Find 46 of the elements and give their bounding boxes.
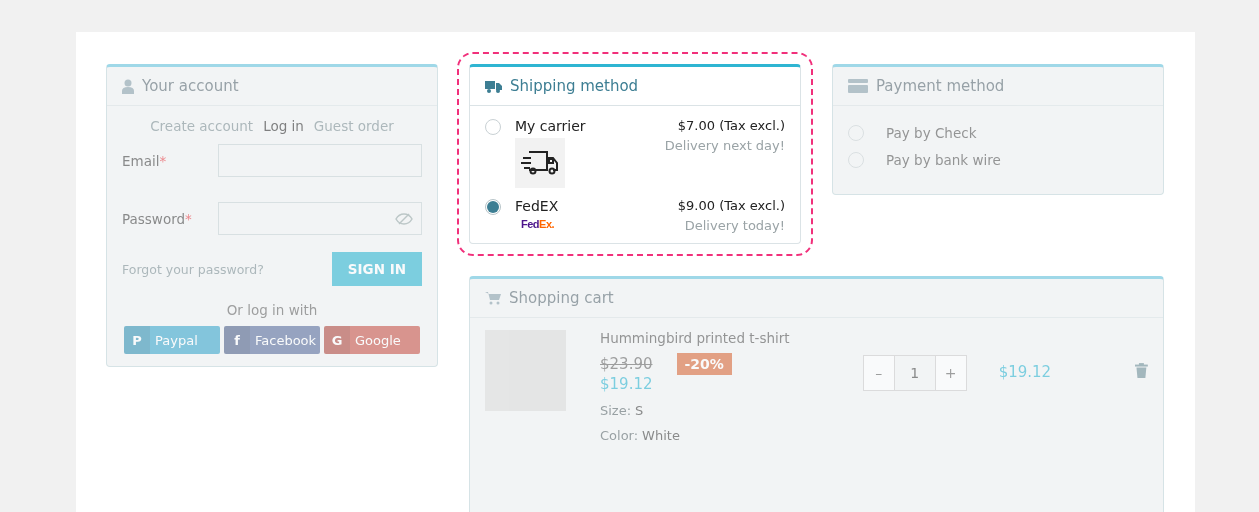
- carrier-logo: FedEx.: [520, 218, 556, 230]
- cart-icon: [485, 291, 501, 305]
- product-name[interactable]: Hummingbird printed t-shirt: [600, 330, 857, 346]
- social-heading: Or log in with: [225, 302, 319, 318]
- delivery-truck-icon: [515, 138, 565, 188]
- panel-title: Your account: [142, 77, 239, 95]
- sign-in-button[interactable]: SIGN IN: [331, 252, 422, 286]
- radio-button[interactable]: [485, 199, 501, 215]
- panel-title: Shipping method: [510, 77, 639, 95]
- attribute-label: Size:: [600, 403, 632, 418]
- forgot-password-link[interactable]: Forgot your password?: [122, 261, 264, 277]
- input-field[interactable]: [218, 144, 422, 177]
- old-price: $23.90: [600, 355, 653, 373]
- attribute-value: White: [642, 428, 680, 443]
- carrier-name: My carrier: [515, 118, 587, 134]
- field-label: Email*: [122, 152, 167, 169]
- delivery-time: Delivery next day!: [664, 138, 785, 153]
- payment-option: Pay by Check: [886, 124, 977, 141]
- truck-icon: [485, 79, 502, 93]
- increase-button[interactable]: +: [935, 356, 966, 390]
- social-login-button[interactable]: P Paypal: [124, 326, 220, 354]
- line-total: $19.12: [998, 363, 1052, 381]
- social-login-button[interactable]: G Google: [324, 326, 420, 354]
- decrease-button[interactable]: –: [863, 356, 894, 390]
- account-tab[interactable]: Log in: [263, 118, 304, 134]
- attribute-label: Color:: [600, 428, 639, 443]
- carrier-price: $9.00 (Tax excl.): [677, 198, 785, 213]
- panel-title: Payment method: [876, 77, 1005, 95]
- quantity-field[interactable]: 1: [893, 356, 936, 390]
- account-tab[interactable]: Guest order: [313, 118, 394, 134]
- carrier-price: $7.00 (Tax excl.): [677, 118, 785, 133]
- attribute-value: S: [635, 403, 644, 418]
- credit-card-icon: [848, 79, 868, 93]
- carrier-name: FedEX: [515, 198, 560, 214]
- delivery-time: Delivery today!: [684, 218, 785, 233]
- eye-slash-icon[interactable]: [395, 212, 413, 225]
- user-icon: [122, 78, 134, 94]
- account-tab[interactable]: Create account: [150, 118, 254, 134]
- trash-icon[interactable]: [1135, 363, 1148, 378]
- field-label: Password*: [122, 210, 192, 227]
- input-field[interactable]: [218, 202, 422, 235]
- discount-badge: -20%: [676, 353, 732, 375]
- social-login-button[interactable]: f Facebook: [224, 326, 320, 354]
- panel-title: Shopping cart: [509, 289, 614, 307]
- payment-option: Pay by bank wire: [886, 151, 1001, 168]
- product-price: $19.12: [600, 375, 654, 393]
